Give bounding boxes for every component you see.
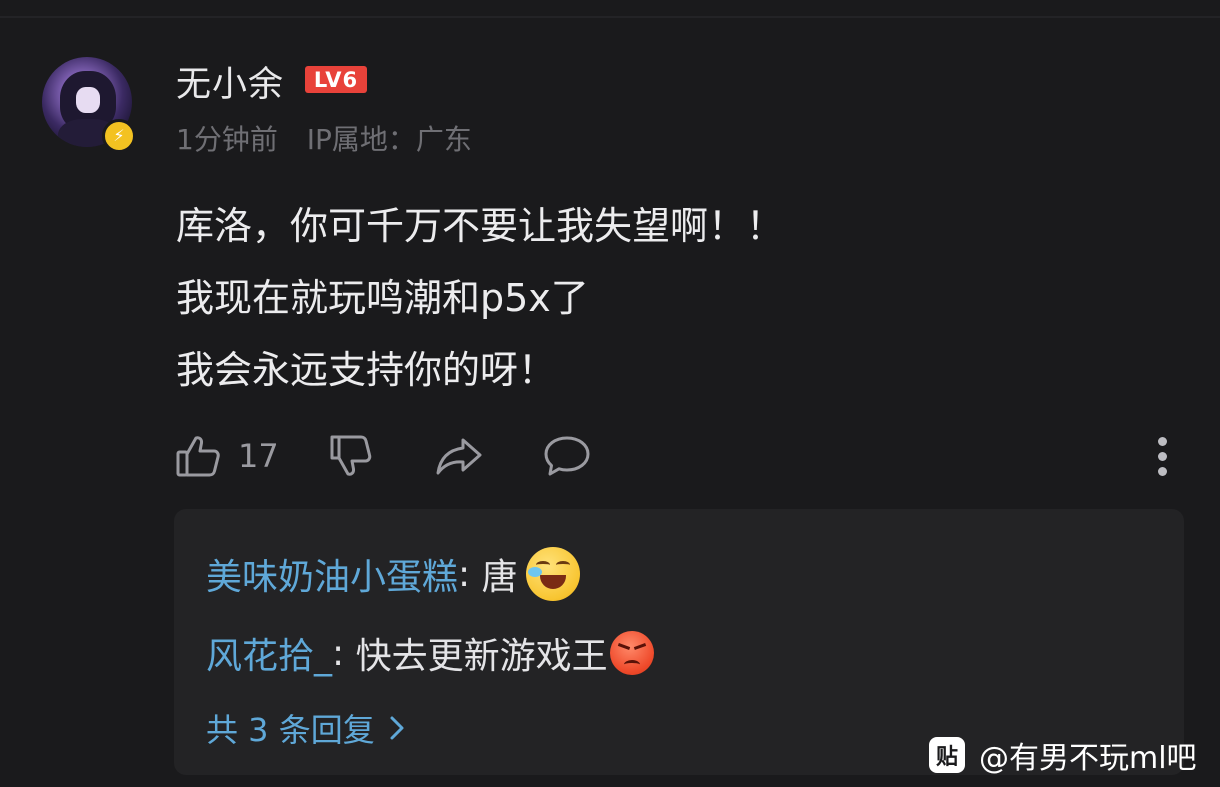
share-icon <box>436 438 482 475</box>
ip-location: IP属地：广东 <box>306 123 472 156</box>
comment-line: 我会永远支持你的呀！ <box>176 348 557 392</box>
like-count: 17 <box>238 437 279 475</box>
comment-meta: 1分钟前 IP属地：广东 <box>176 118 492 158</box>
more-vertical-icon[interactable] <box>1152 432 1172 484</box>
reply-item[interactable]: 美味奶油小蛋糕 : 唐 <box>206 547 580 601</box>
dislike-button[interactable] <box>326 430 374 482</box>
angry-face-emoji <box>609 631 654 675</box>
reply-separator: : <box>332 632 356 674</box>
comment-line: 我现在就玩鸣潮和p5x了 <box>176 276 589 320</box>
like-button[interactable]: 17 <box>174 430 279 482</box>
verified-lightning-icon: ⚡ <box>102 119 136 153</box>
view-all-replies-link[interactable]: 共 3 条回复 <box>206 705 405 751</box>
reply-button[interactable] <box>542 430 592 482</box>
chevron-right-icon <box>390 716 404 740</box>
user-avatar[interactable]: ⚡ <box>42 57 136 153</box>
comment-actions: 17 <box>174 430 1174 486</box>
username[interactable]: 无小余 <box>176 56 284 107</box>
reply-item[interactable]: 风花拾_ : 快去更新游戏王 <box>206 627 654 679</box>
watermark: 贴 @有男不玩ml吧 <box>929 733 1197 777</box>
thumbs-up-icon <box>176 436 220 477</box>
reply-author[interactable]: 风花拾_ <box>206 627 332 679</box>
thumbs-down-icon <box>330 435 372 476</box>
reply-author[interactable]: 美味奶油小蛋糕 <box>206 548 458 600</box>
reply-text: 唐 <box>481 557 518 598</box>
level-badge: LV6 <box>305 66 367 93</box>
tieba-logo-icon: 贴 <box>929 737 965 773</box>
comment-time: 1分钟前 <box>176 123 278 156</box>
reply-count-label: 共 3 条回复 <box>206 711 375 749</box>
comment-bubble-icon <box>544 436 590 476</box>
reply-text: 快去更新游戏王 <box>355 636 608 677</box>
laughing-crying-emoji <box>525 547 580 601</box>
comment-content: 库洛，你可千万不要让我失望啊！！ 我现在就玩鸣潮和p5x了 我会永远支持你的呀！ <box>176 190 784 406</box>
watermark-text: @有男不玩ml吧 <box>979 741 1197 776</box>
comment-line: 库洛，你可千万不要让我失望啊！！ <box>176 204 785 248</box>
comment-page: ⚡ 无小余 LV6 1分钟前 IP属地：广东 库洛，你可千万不要让我失望啊！！ … <box>0 0 1220 787</box>
top-divider <box>0 16 1220 18</box>
reply-separator: : <box>458 553 482 595</box>
share-button[interactable] <box>434 430 484 482</box>
